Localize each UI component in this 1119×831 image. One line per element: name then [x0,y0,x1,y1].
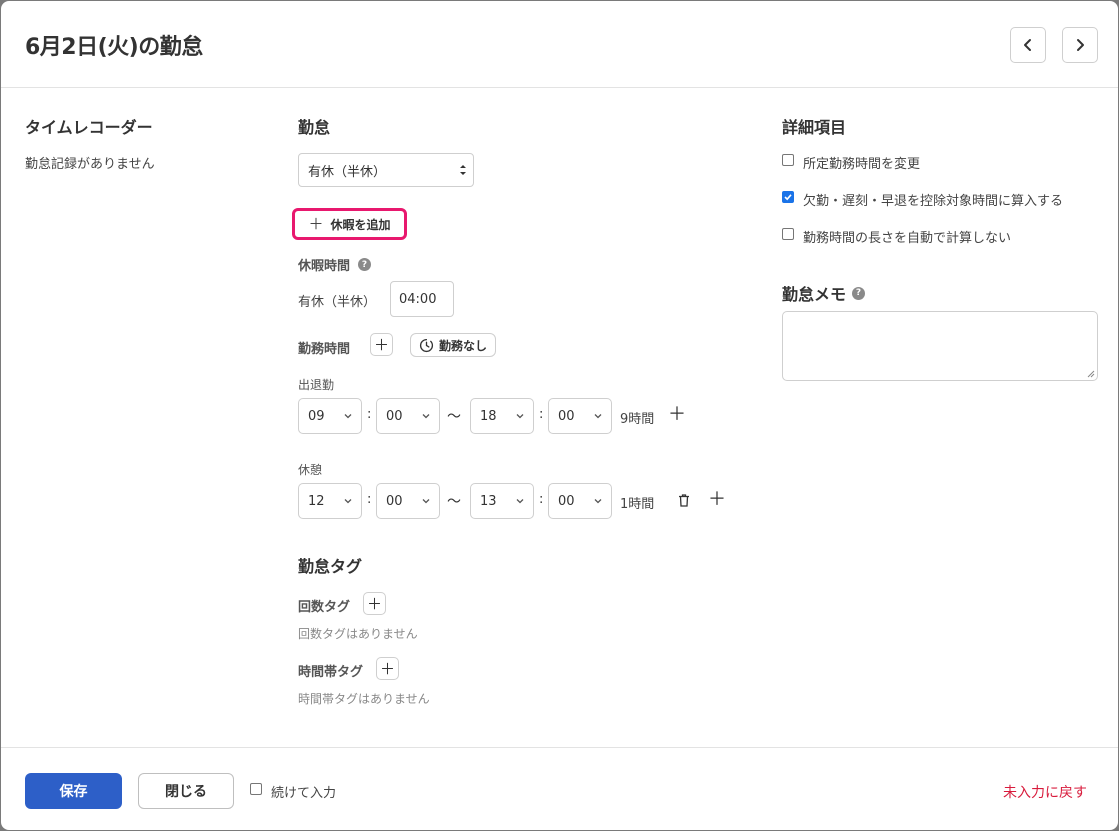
timezone-tag-label: 時間帯タグ [298,665,364,680]
chevron-down-icon [344,414,352,419]
no-auto-calc-label: 勤務時間の長さを自動で計算しない [803,231,1012,246]
close-button[interactable]: 閉じる [138,773,234,809]
clock-end-min-value: 00 [558,408,575,424]
clock-end-min-select[interactable]: 00 [548,398,612,434]
attendance-modal: 6月2日(火)の勤怠 タイムレコーダー 勤怠記録がありません 勤怠 有休（半休）… [1,1,1118,830]
add-leave-label: 休暇を追加 [330,217,391,232]
details-heading: 詳細項目 [782,118,847,137]
leave-type-label: 有休（半休） [298,295,377,310]
break-label: 休憩 [298,463,323,477]
attendance-type-value: 有休（半休） [308,164,387,180]
chevron-down-icon [516,414,524,419]
modal-footer: 保存 閉じる 続けて入力 未入力に戻す [1,747,1118,830]
count-tag-empty: 回数タグはありません [298,627,418,641]
count-tag-label: 回数タグ [298,600,351,615]
break-start-hour-select[interactable]: 12 [298,483,362,519]
prev-day-button[interactable] [1010,27,1046,63]
tags-heading: 勤怠タグ [298,557,363,576]
plus-icon: ＋ [308,215,324,233]
add-leave-button[interactable]: ＋ 休暇を追加 [292,208,407,240]
save-button[interactable]: 保存 [25,773,122,809]
page-title: 6月2日(火)の勤怠 [25,35,203,60]
continue-input-checkbox[interactable] [250,783,262,795]
clock-start-hour-select[interactable]: 09 [298,398,362,434]
plus-icon: ＋ [373,337,389,354]
resize-handle-icon[interactable] [1087,370,1095,378]
break-start-hour-value: 12 [308,493,325,509]
time-recorder-empty: 勤怠記録がありません [25,157,155,172]
change-scheduled-time-checkbox[interactable] [782,154,794,166]
select-arrows-icon [460,165,466,175]
memo-heading-label: 勤怠メモ [782,285,847,304]
range-separator: ～ [447,409,461,425]
chevron-down-icon [422,414,430,419]
clock-label: 出退勤 [298,378,335,392]
memo-heading: 勤怠メモ ? [782,281,866,305]
attendance-type-select[interactable]: 有休（半休） [298,153,474,187]
break-end-min-select[interactable]: 00 [548,483,612,519]
leave-time-value: 04:00 [399,291,437,307]
break-start-min-value: 00 [386,493,403,509]
no-auto-calc-checkbox[interactable] [782,228,794,240]
deduct-absence-checkbox[interactable] [782,191,794,203]
no-work-button[interactable]: 勤務なし [410,333,497,357]
plus-icon: ＋ [379,661,395,678]
break-end-hour-select[interactable]: 13 [470,483,534,519]
time-colon: : [539,492,544,507]
time-colon: : [539,407,544,422]
no-work-label: 勤務なし [439,338,488,353]
clock-start-min-select[interactable]: 00 [376,398,440,434]
range-separator: ～ [447,494,461,510]
change-scheduled-time-label: 所定勤務時間を変更 [803,157,921,172]
clock-end-hour-select[interactable]: 18 [470,398,534,434]
help-icon[interactable]: ? [852,286,866,300]
memo-textarea[interactable] [782,311,1098,381]
clock-start-hour-value: 09 [308,408,325,424]
clock-start-min-value: 00 [386,408,403,424]
timezone-tag-empty: 時間帯タグはありません [298,692,430,706]
trash-icon[interactable] [678,494,690,507]
chevron-down-icon [594,499,602,504]
time-colon: : [367,492,372,507]
chevron-right-icon [1077,39,1084,51]
next-day-button[interactable] [1062,27,1098,63]
add-work-time-button[interactable]: ＋ [370,333,393,356]
clock-end-hour-value: 18 [480,408,497,424]
deduct-absence-label: 欠勤・遅刻・早退を控除対象時間に算入する [803,194,1064,209]
plus-icon: ＋ [366,596,382,613]
clock-duration: 9時間 [620,412,655,427]
break-end-min-value: 00 [558,493,575,509]
break-start-min-select[interactable]: 00 [376,483,440,519]
break-end-hour-value: 13 [480,493,497,509]
check-icon [784,194,792,201]
time-colon: : [367,407,372,422]
chevron-down-icon [516,499,524,504]
leave-time-label: 休暇時間 [298,259,351,274]
add-break-button[interactable]: ＋ [668,406,686,424]
revert-to-empty-link[interactable]: 未入力に戻す [1003,782,1087,802]
continue-input-label: 続けて入力 [271,786,337,801]
attendance-heading: 勤怠 [298,118,331,137]
add-break-row-button[interactable]: ＋ [708,491,726,509]
time-recorder-heading: タイムレコーダー [25,118,153,137]
chevron-down-icon [344,499,352,504]
break-duration: 1時間 [620,497,655,512]
help-icon[interactable]: ? [358,258,372,271]
leave-time-heading: 休暇時間 ? [298,255,372,274]
add-timezone-tag-button[interactable]: ＋ [376,657,399,680]
chevron-down-icon [594,414,602,419]
clock-icon [419,338,434,352]
chevron-down-icon [422,499,430,504]
work-time-label: 勤務時間 [298,342,351,357]
modal-header: 6月2日(火)の勤怠 [1,1,1118,88]
add-count-tag-button[interactable]: ＋ [363,592,386,615]
chevron-left-icon [1024,39,1031,51]
leave-time-input[interactable]: 04:00 [390,281,454,317]
